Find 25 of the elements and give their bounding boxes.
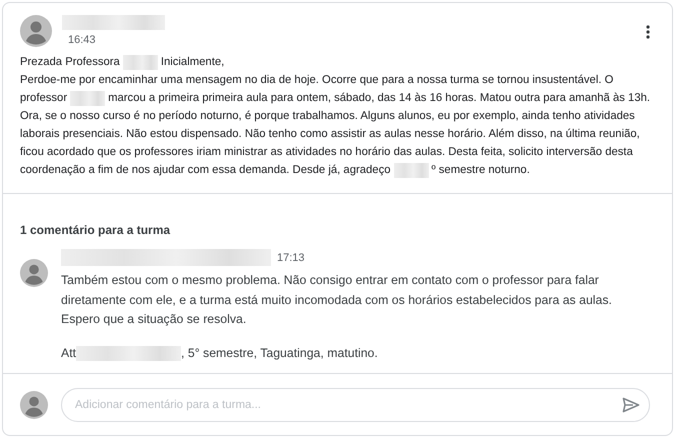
- blurred-name: [70, 90, 106, 106]
- message-text: Ora, se o nosso curso é no período noturno, é porque trabalhamos. Alguns alunos, eu por exemplo, ainda tenho atividades: [20, 109, 635, 124]
- comment-time: 17:13: [277, 252, 305, 264]
- message-text: Att: [61, 344, 76, 362]
- message-text: laborais presenciais. Não estou dispensado. Não tenho como assistir as aulas nesse horário. Além disso, na última reunião,: [20, 127, 640, 142]
- message-text: coordenação a fim de nos ajudar com essa demanda. Desde já, agradeço: [20, 163, 391, 178]
- avatar-icon: [20, 391, 48, 419]
- comment-field[interactable]: Adicionar comentário para a turma...: [61, 388, 650, 422]
- more-options-icon[interactable]: [646, 25, 650, 39]
- message-text: Também estou com o mesmo problema. Não consigo entrar em contato com o professor para falar diretamente com ele, e a turma está muito incomodada com os horários estabelecidos para as aulas. Espero que a situação se resolva.: [61, 272, 613, 328]
- comments-heading: 1 comentário para a turma: [19, 222, 172, 239]
- message-text: ficou acordado que os professores iriam ministrar as atividades no horário das aulas. Desta feita, solicito interversão desta: [20, 145, 633, 160]
- avatar-icon: [20, 259, 48, 287]
- message-text: Inicialmente,: [160, 55, 224, 70]
- avatar-icon: [20, 15, 52, 47]
- send-icon[interactable]: [622, 397, 640, 413]
- message-text: º semestre noturno.: [432, 163, 530, 178]
- message-text: , 5° semestre, Taguatinga, matutino.: [181, 344, 378, 362]
- message-text: Prezada Professora: [20, 55, 120, 70]
- message-text: professor: [20, 91, 68, 106]
- post-time: 16:43: [67, 34, 97, 46]
- blurred-name: [394, 162, 429, 178]
- message-text: marcou a primeira primeira aula para ontem, sábado, das 14 às 16 horas. Matou outra para amanhã às 13h.: [108, 91, 650, 106]
- blurred-name: [122, 54, 158, 70]
- message-text: Perdoe-me por encaminhar uma mensagem no dia de hoje. Ocorre que para a nossa turma se tornou insustentável. O: [20, 73, 614, 88]
